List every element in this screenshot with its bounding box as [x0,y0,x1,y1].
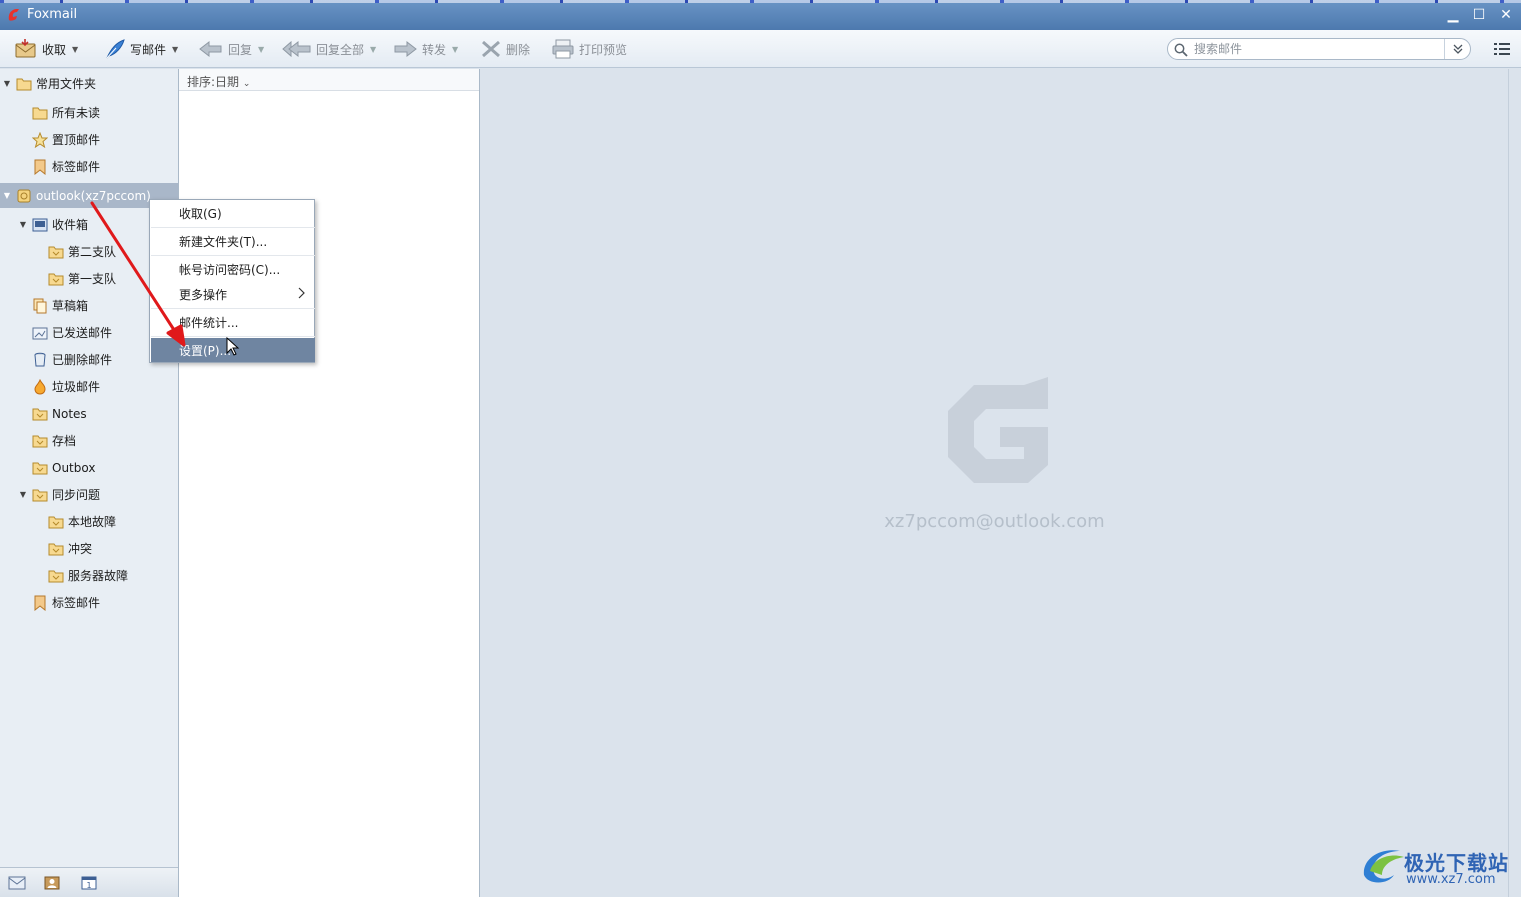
print-preview-button[interactable]: 打印预览 [551,37,627,61]
sidebar-item-label: Notes [52,406,87,421]
chevron-down-icon[interactable]: ▼ [370,45,376,54]
delete-label: 删除 [506,42,531,57]
sidebar-item-sync-issues[interactable]: ▼ 同步问题 [0,482,178,507]
brand-url: www.xz7.com [1406,872,1496,887]
sidebar-item-label: 冲突 [68,542,93,556]
print-preview-label: 打印预览 [579,42,628,57]
foxmail-watermark-icon [948,377,1048,483]
bookmark-icon [34,595,46,611]
sidebar-bottom-bar: 1 [0,867,178,897]
delete-x-icon [482,40,500,58]
forward-arrow-icon [394,40,417,58]
folder-icon [48,570,64,582]
sidebar-item-label: 本地故障 [68,515,117,529]
sidebar-item-subfolder[interactable]: 冲突 [0,536,178,561]
account-email-label: xz7pccom@outlook.com [884,511,1105,532]
chevron-right-icon [298,287,305,299]
contacts-icon[interactable] [44,876,60,890]
sidebar-item-tagged-account[interactable]: 标签邮件 [0,590,178,615]
search-box[interactable] [1167,38,1471,60]
sidebar-item-archive[interactable]: 存档 [0,428,178,453]
sidebar-item-subfolder[interactable]: 本地故障 [0,509,178,534]
svg-text:1: 1 [86,881,91,890]
list-menu-icon[interactable] [1494,42,1510,56]
search-input[interactable] [1194,41,1444,57]
sidebar-item-label: 存档 [52,434,77,448]
folder-icon [48,516,64,528]
mail-view-icon[interactable] [8,876,26,890]
annotation-arrow-icon [90,201,186,347]
reading-pane: xz7pccom@outlook.com [480,69,1509,897]
sidebar-item-outbox[interactable]: Outbox [0,455,178,480]
forward-button[interactable]: 转发 ▼ [392,37,458,61]
folder-icon [32,408,48,420]
folder-icon [32,489,48,501]
sidebar-item-label: Outbox [52,460,96,475]
sidebar-item-label: 同步问题 [52,488,101,502]
sidebar-item-subfolder[interactable]: 服务器故障 [0,563,178,588]
folder-icon [32,435,48,447]
printer-icon [552,39,574,59]
close-button[interactable]: ✕ [1496,6,1516,24]
calendar-icon[interactable]: 1 [81,876,97,890]
sidebar-item-notes[interactable]: Notes [0,401,178,426]
sidebar-item-label: 标签邮件 [52,596,101,610]
delete-button[interactable]: 删除 [480,37,530,61]
chevron-down-icon[interactable]: ▼ [452,45,458,54]
search-options-button[interactable] [1444,39,1470,59]
sidebar-item-label: 服务器故障 [68,569,129,583]
reply-all-label: 回复全部 [316,42,365,57]
double-chevron-down-icon [1453,44,1462,54]
folder-icon [48,543,64,555]
mouse-cursor-icon [226,337,240,356]
minimize-button[interactable]: ▁ [1443,6,1463,24]
expand-arrow-icon[interactable]: ▼ [18,490,28,499]
reply-all-arrow-icon [282,40,311,58]
sidebar-item-label: 垃圾邮件 [52,380,101,394]
brand-logo-icon [1363,850,1404,883]
site-watermark: 极光下载站 www.xz7.com [1360,845,1515,889]
reply-all-button[interactable]: 回复全部 ▼ [282,37,376,61]
search-icon [1174,43,1188,57]
fire-icon [34,378,46,395]
maximize-button[interactable]: ☐ [1469,6,1489,24]
forward-label: 转发 [422,42,447,57]
folder-icon [32,462,48,474]
